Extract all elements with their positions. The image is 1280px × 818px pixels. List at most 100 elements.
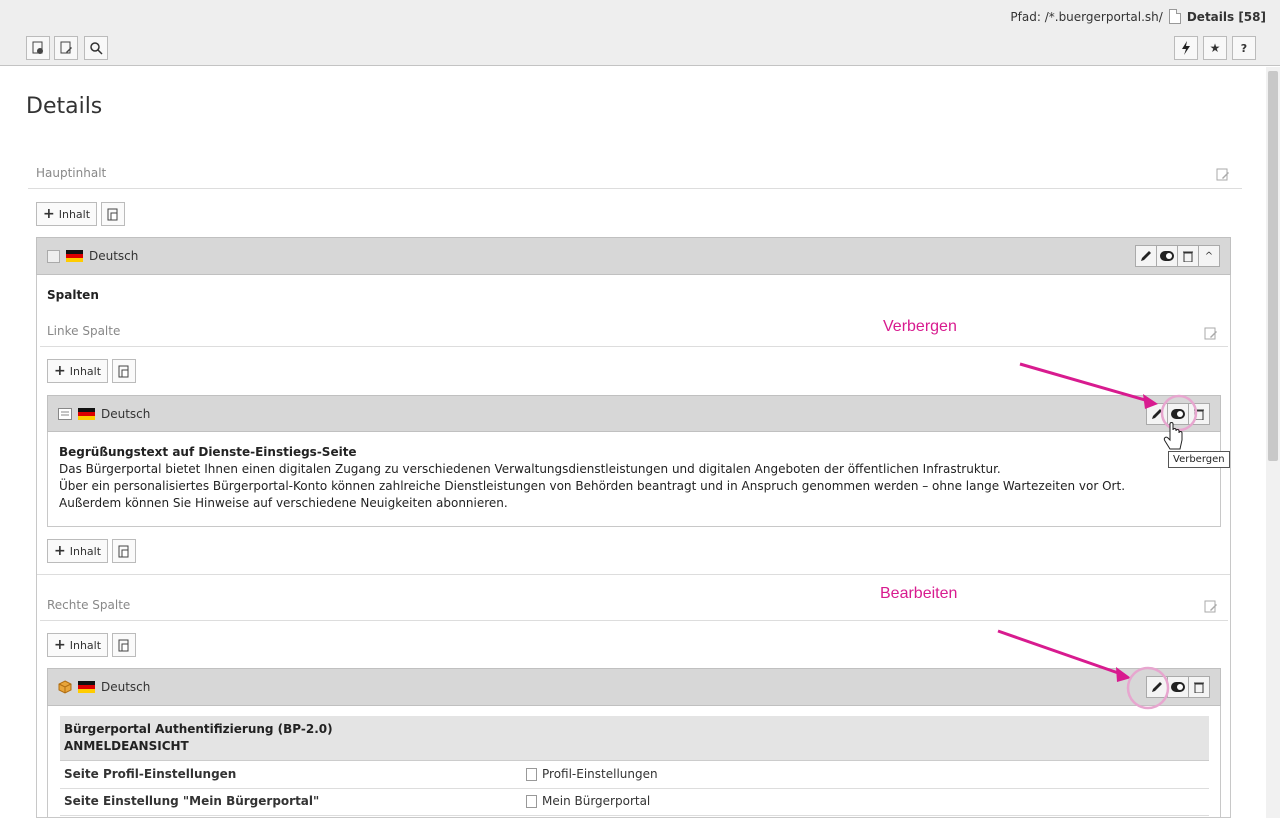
hide-toggle-button[interactable] [1167, 402, 1189, 425]
divider [40, 620, 1228, 621]
table-row: Seite Profil-Einstellungen Profil-Einste… [60, 762, 1209, 789]
search-button[interactable] [84, 36, 108, 60]
text-element-actions [1146, 402, 1210, 425]
breadcrumb: Pfad: /*.buergerportal.sh/ Details [58] [1010, 9, 1266, 24]
row-value[interactable]: Profil-Einstellungen [526, 767, 658, 781]
delete-button[interactable] [1177, 245, 1199, 267]
toggle-icon [1160, 251, 1174, 261]
view-page-icon [32, 41, 43, 54]
add-content-label: Inhalt [69, 638, 102, 652]
language-label: Deutsch [101, 406, 151, 421]
add-content-bar: + Inhalt [47, 539, 137, 563]
bookmark-button[interactable]: ★ [1203, 36, 1227, 60]
paste-button[interactable] [112, 633, 137, 657]
add-content-button[interactable]: + Inhalt [47, 633, 109, 657]
edit-page-button[interactable] [54, 36, 78, 60]
toggle-icon [1171, 408, 1185, 419]
edit-button[interactable] [1135, 245, 1157, 267]
page-icon [1168, 9, 1181, 24]
add-content-bar: + Inhalt [36, 202, 126, 226]
add-content-bar: + Inhalt [47, 633, 137, 657]
edit-button[interactable] [1146, 676, 1168, 698]
annotation-edit: Bearbeiten [880, 585, 958, 602]
scrollbar[interactable] [1266, 67, 1280, 818]
column-edit-icon[interactable] [1216, 167, 1230, 181]
delete-button[interactable] [1188, 402, 1210, 425]
text-element-line: Außerdem können Sie Hinweise auf verschi… [59, 496, 508, 510]
row-label: Seite Profil-Einstellungen [64, 767, 237, 781]
add-content-bar: + Inhalt [47, 359, 137, 383]
german-flag-icon [78, 407, 95, 420]
column-edit-icon[interactable] [1204, 599, 1218, 613]
plus-icon: + [54, 363, 66, 379]
add-content-label: Inhalt [69, 364, 102, 378]
plugin-title: Bürgerportal Authentifizierung (BP-2.0) [64, 722, 333, 736]
paste-button[interactable] [112, 359, 137, 383]
divider [37, 574, 1230, 575]
clipboard-icon [118, 365, 129, 378]
plus-icon: + [54, 543, 66, 559]
page-icon [526, 767, 537, 781]
language-label: Deutsch [101, 680, 151, 694]
edit-page-icon [60, 41, 72, 54]
scrollbar-thumb[interactable] [1268, 71, 1278, 461]
hide-toggle-button[interactable] [1156, 245, 1178, 267]
plugin-cube-icon [58, 680, 72, 694]
paste-button[interactable] [101, 202, 126, 226]
path-current: Details [58] [1186, 9, 1266, 24]
divider [40, 346, 1228, 347]
pencil-icon [1152, 408, 1162, 419]
search-icon [90, 42, 103, 55]
star-icon: ★ [1209, 41, 1221, 55]
add-content-label: Inhalt [58, 207, 91, 221]
clipboard-icon [118, 545, 129, 558]
row-value[interactable]: Mein Bürgerportal [526, 794, 650, 808]
add-content-button[interactable]: + Inhalt [47, 359, 109, 383]
row-value-text: Mein Bürgerportal [542, 794, 651, 808]
pencil-icon [1152, 682, 1162, 692]
add-content-button[interactable]: + Inhalt [47, 539, 109, 563]
paste-button[interactable] [112, 539, 137, 563]
right-column-label: Rechte Spalte [47, 598, 131, 612]
columns-title: Spalten [47, 288, 99, 302]
checkbox-icon[interactable] [47, 249, 60, 263]
help-button[interactable]: ? [1232, 36, 1256, 60]
grid-element-header: Deutsch ^ [36, 237, 1231, 275]
annotation-hide: Verbergen [883, 318, 957, 335]
path-prefix: Pfad: /*.buergerportal.sh/ [1010, 9, 1163, 24]
clear-cache-button[interactable] [1174, 36, 1198, 60]
tooltip: Verbergen [1168, 451, 1230, 468]
clipboard-icon [107, 208, 118, 221]
plugin-subtitle: ANMELDEANSICHT [64, 739, 189, 753]
text-element-title: Begrüßungstext auf Dienste-Einstiegs-Sei… [59, 445, 357, 459]
german-flag-icon [66, 250, 83, 262]
add-content-button[interactable]: + Inhalt [36, 202, 98, 226]
text-content-icon [58, 407, 72, 420]
row-value-text: Profil-Einstellungen [542, 767, 658, 781]
toggle-icon [1171, 682, 1185, 692]
edit-button[interactable] [1146, 402, 1168, 425]
help-icon: ? [1240, 41, 1248, 55]
add-content-label: Inhalt [69, 544, 102, 558]
grid-element-actions: ^ [1135, 245, 1220, 267]
plus-icon: + [43, 206, 55, 222]
trash-icon [1194, 409, 1204, 420]
collapse-button[interactable]: ^ [1198, 245, 1220, 267]
trash-icon [1183, 251, 1193, 262]
left-column-label: Linke Spalte [47, 324, 121, 338]
row-label: Seite Einstellung "Mein Bürgerportal" [64, 794, 320, 808]
page-icon [526, 794, 537, 808]
docheader: Pfad: /*.buergerportal.sh/ Details [58] … [0, 0, 1280, 66]
column-edit-icon[interactable] [1204, 326, 1218, 340]
german-flag-icon [78, 681, 95, 693]
divider [28, 188, 1242, 189]
lightning-icon [1182, 41, 1190, 55]
hide-toggle-button[interactable] [1167, 676, 1189, 698]
plugin-element-actions [1146, 676, 1210, 698]
table-row: Seite Einstellung "Mein Bürgerportal" Me… [60, 789, 1209, 816]
view-page-button[interactable] [26, 36, 50, 60]
trash-icon [1194, 682, 1204, 693]
clipboard-icon [118, 639, 129, 652]
text-element-line: Das Bürgerportal bietet Ihnen einen digi… [59, 462, 1001, 476]
delete-button[interactable] [1188, 676, 1210, 698]
